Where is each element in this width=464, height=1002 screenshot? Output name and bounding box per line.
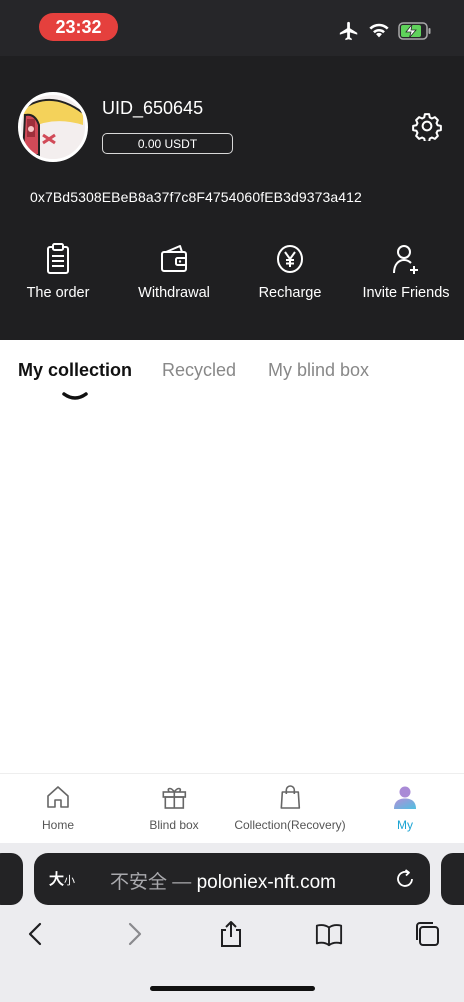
avatar[interactable]: [18, 92, 88, 162]
nav-label: My: [397, 818, 413, 832]
tab-my-blind-box[interactable]: My blind box: [268, 360, 369, 381]
previous-tab-preview[interactable]: [0, 853, 23, 905]
home-indicator: [150, 986, 315, 991]
balance-badge: 0.00 USDT: [102, 133, 233, 154]
avatar-image: [21, 95, 85, 159]
reload-icon[interactable]: [394, 868, 416, 890]
airplane-icon: [339, 21, 358, 41]
action-label: Recharge: [258, 285, 322, 301]
yen-coin-icon: [277, 245, 303, 273]
nav-home[interactable]: Home: [42, 784, 74, 832]
tab-recycled[interactable]: Recycled: [162, 360, 236, 381]
action-withdrawal[interactable]: Withdrawal: [116, 242, 232, 312]
action-invite-friends[interactable]: Invite Friends: [348, 242, 464, 312]
insecure-label: 不安全 —: [110, 872, 197, 893]
tabs-icon[interactable]: [413, 920, 441, 948]
domain-label: poloniex-nft.com: [196, 872, 336, 893]
nav-collection-recovery[interactable]: Collection(Recovery): [234, 784, 346, 832]
profile-header: UID_650645 0.00 USDT 0x7Bd5308EBeB8a37f7…: [0, 56, 464, 340]
text-size-big: 大: [49, 871, 65, 888]
home-icon: [47, 786, 69, 808]
address-bar[interactable]: 大小 不安全 — poloniex-nft.com: [34, 853, 430, 905]
status-bar: 23:32: [0, 0, 464, 56]
back-icon[interactable]: [22, 920, 50, 948]
tab-my-collection[interactable]: My collection: [18, 360, 132, 381]
user-id: UID_650645: [102, 98, 204, 118]
nav-blind-box[interactable]: Blind box: [149, 784, 199, 832]
nav-label: Blind box: [149, 818, 199, 832]
gear-icon[interactable]: [412, 111, 442, 141]
action-label: Invite Friends: [362, 285, 450, 301]
text-size-small: 小: [64, 875, 76, 887]
share-icon[interactable]: [217, 920, 245, 948]
nav-label: Home: [41, 818, 75, 832]
nav-label: Collection(Recovery): [234, 818, 346, 832]
text-size-button[interactable]: 大小: [49, 868, 75, 889]
wifi-icon: [369, 23, 389, 38]
bookmarks-icon[interactable]: [315, 920, 343, 948]
nav-my[interactable]: My: [392, 784, 418, 832]
clipboard-icon: [47, 243, 69, 274]
quick-actions: The order Withdrawal Recharge Invite Fri…: [0, 242, 464, 312]
tab-indicator: [62, 392, 88, 400]
action-recharge[interactable]: Recharge: [232, 242, 348, 312]
battery-charging-icon: [398, 22, 431, 40]
add-user-icon: [393, 245, 418, 274]
browser-chrome: 大小 不安全 — poloniex-nft.com: [0, 843, 464, 1002]
next-tab-preview[interactable]: [441, 853, 464, 905]
wallet-address: 0x7Bd5308EBeB8a37f7c8F4754060fEB3d9373a4…: [30, 189, 362, 205]
action-the-order[interactable]: The order: [0, 242, 116, 312]
bottom-nav: Home Blind box Collection(Recovery) My: [0, 773, 464, 843]
gift-icon: [162, 787, 186, 809]
url-text: 不安全 — poloniex-nft.com: [110, 867, 336, 894]
shopping-bag-icon: [280, 785, 300, 809]
status-time: 23:32: [39, 13, 118, 41]
action-label: The order: [26, 285, 90, 301]
user-icon: [394, 786, 416, 809]
wallet-icon: [161, 245, 187, 272]
action-label: Withdrawal: [138, 285, 210, 301]
forward-icon[interactable]: [120, 920, 148, 948]
